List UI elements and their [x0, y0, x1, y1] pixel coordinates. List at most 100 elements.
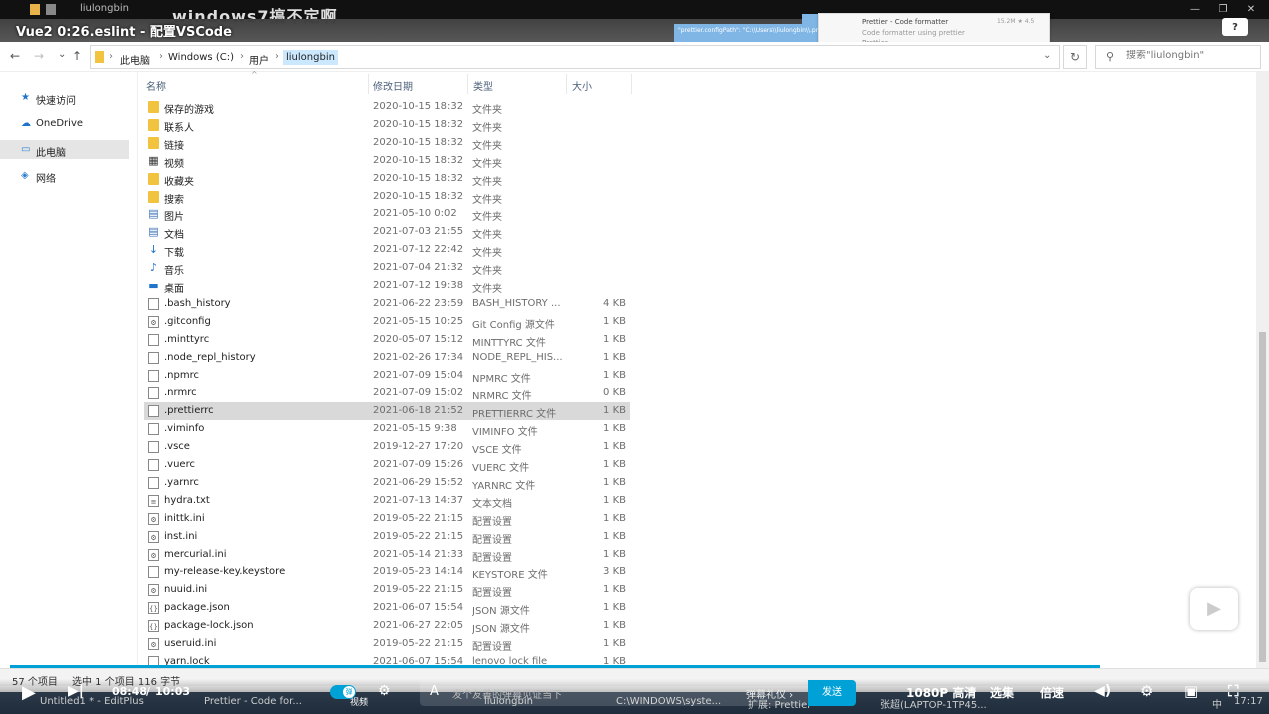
close-button[interactable]: ✕ [1236, 0, 1266, 19]
file-date: 2020-10-15 18:32 [373, 190, 464, 202]
file-row[interactable]: ⚙ .gitconfig 2021-05-15 10:25 Git Config 源文… [144, 313, 630, 331]
file-row[interactable]: ▤ 图片 2021-05-10 0:02 文件夹 [144, 205, 630, 224]
folder-icon [30, 4, 40, 15]
file-date: 2019-12-27 17:20 [373, 441, 464, 453]
sidebar-item-onedrive[interactable]: ☁ OneDrive [0, 114, 129, 133]
sidebar-item-quick-access[interactable]: ★ 快速访问 [0, 88, 129, 107]
progress-fill [10, 665, 1100, 668]
address-bar[interactable]: › 此电脑 › Windows (C:) › 用户 › liulongbin ⌄ [90, 45, 1060, 69]
file-row[interactable]: {} package.json 2021-06-07 15:54 JSON 源文件 1 … [144, 599, 630, 617]
maximize-button[interactable]: ❐ [1208, 0, 1238, 19]
file-row[interactable]: my-release-key.keystore 2019-05-23 14:14 K… [144, 563, 630, 581]
file-row[interactable]: .minttyrc 2020-05-07 15:12 MINTTYRC 文件 1 KB [144, 331, 630, 349]
settings-icon[interactable]: ⚙ [1140, 682, 1153, 700]
file-row[interactable]: .node_repl_history 2021-02-26 17:34 NODE_R… [144, 349, 630, 367]
text-style-icon[interactable]: A [430, 684, 439, 699]
video-progress-bar[interactable] [10, 665, 1254, 668]
file-type: YARNRC 文件 [472, 480, 536, 492]
column-header-type[interactable]: 类型 [473, 78, 493, 93]
file-row[interactable]: ≡ hydra.txt 2021-07-13 14:37 文本文档 1 KB [144, 492, 630, 510]
send-button[interactable]: 发送 [808, 680, 856, 706]
file-row[interactable]: ↓ 下载 2021-07-12 22:42 文件夹 [144, 241, 630, 260]
address-dropdown-icon[interactable]: ⌄ [1043, 50, 1051, 61]
next-icon[interactable]: ▶| [68, 683, 84, 699]
breadcrumb-current[interactable]: liulongbin [283, 50, 338, 65]
file-row[interactable]: ⚙ inittk.ini 2019-05-22 21:15 配置设置 1 KB [144, 510, 630, 528]
file-row[interactable]: .yarnrc 2021-06-29 15:52 YARNRC 文件 1 KB [144, 474, 630, 492]
danmaku-input[interactable]: A 发个友善的弹幕见证当下 弹幕礼仪 › [420, 680, 808, 706]
file-row[interactable]: ▤ 文档 2021-07-03 21:55 文件夹 [144, 223, 630, 242]
up-button[interactable]: ↑ [72, 49, 82, 63]
ime-indicator[interactable]: 中 [1212, 696, 1222, 711]
file-row[interactable]: .viminfo 2021-05-15 9:38 VIMINFO 文件 1 KB [144, 420, 630, 438]
folder-icon [148, 136, 159, 149]
file-row[interactable]: .prettierrc 2021-06-18 21:52 PRETTIERRC 文件… [144, 402, 630, 420]
minimize-button[interactable]: — [1180, 0, 1210, 19]
column-divider[interactable] [467, 74, 468, 94]
back-button[interactable]: ← [10, 49, 20, 63]
file-row[interactable]: .npmrc 2021-07-09 15:04 NPMRC 文件 1 KB [144, 367, 630, 385]
quality-selector[interactable]: 1080P 高清 [906, 684, 976, 701]
danmaku-etiquette-link[interactable]: 弹幕礼仪 › [746, 686, 793, 701]
file-row[interactable]: .nrmrc 2021-07-09 15:02 NRMRC 文件 0 KB [144, 384, 630, 402]
file-date: 2021-06-27 22:05 [373, 620, 464, 632]
picture-in-picture-icon[interactable]: ▣ [1184, 682, 1198, 700]
breadcrumb-this-pc[interactable]: 此电脑 [120, 52, 150, 67]
download-icon: ↓ [148, 243, 159, 257]
file-size: 1 KB [603, 315, 626, 327]
extension-meta: 15.2M ★ 4.5 [997, 18, 1035, 25]
file-row[interactable]: ⚙ inst.ini 2019-05-22 21:15 配置设置 1 KB [144, 528, 630, 546]
column-divider[interactable] [631, 74, 632, 94]
file-row[interactable]: {} package-lock.json 2021-06-27 22:05 JSON … [144, 617, 630, 635]
sidebar-item-this-pc[interactable]: ▭ 此电脑 [0, 140, 129, 159]
breadcrumb-c-drive[interactable]: Windows (C:) [168, 52, 234, 63]
search-field[interactable]: ⚲ [1095, 45, 1261, 69]
file-row[interactable]: .vuerc 2021-07-09 15:26 VUERC 文件 1 KB [144, 456, 630, 474]
file-row[interactable]: ⚙ mercurial.ini 2021-05-14 21:33 配置设置 1 KB [144, 546, 630, 564]
file-row[interactable]: ⚙ useruid.ini 2019-05-22 21:15 配置设置 1 KB [144, 635, 630, 653]
help-button[interactable]: ? [1222, 18, 1248, 36]
play-icon[interactable]: ▶ [22, 682, 36, 703]
forward-button[interactable]: → [34, 49, 44, 63]
file-row[interactable]: 搜索 2020-10-15 18:32 文件夹 [144, 188, 630, 206]
file-icon [148, 405, 159, 418]
file-row[interactable]: 联系人 2020-10-15 18:32 文件夹 [144, 116, 630, 134]
sidebar-item-network[interactable]: ◈ 网络 [0, 166, 129, 185]
taskbar-item-prettier[interactable]: Prettier - Code for... [204, 696, 302, 707]
fullscreen-icon[interactable]: ⛶ [1228, 682, 1239, 700]
volume-icon[interactable]: ◀) [1094, 683, 1111, 699]
column-header-size[interactable]: 大小 [572, 78, 592, 93]
file-row[interactable]: 链接 2020-10-15 18:32 文件夹 [144, 134, 630, 152]
episodes-button[interactable]: 选集 [990, 684, 1014, 701]
column-header-date[interactable]: 修改日期 [373, 78, 413, 93]
refresh-button[interactable]: ↻ [1063, 45, 1087, 69]
file-date: 2021-05-15 10:25 [373, 315, 464, 327]
column-divider[interactable] [368, 74, 369, 94]
file-date: 2020-10-15 18:32 [373, 118, 464, 130]
file-icon [148, 459, 159, 471]
file-row[interactable]: .vsce 2019-12-27 17:20 VSCE 文件 1 KB [144, 438, 630, 456]
file-row[interactable]: 收藏夹 2020-10-15 18:32 文件夹 [144, 170, 630, 188]
recent-locations-button[interactable]: ⌄ [58, 49, 66, 60]
search-input[interactable] [1126, 50, 1256, 61]
file-row[interactable]: ▦ 视频 2020-10-15 18:32 文件夹 [144, 152, 630, 170]
file-size: 1 KB [603, 530, 626, 542]
file-type: 文件夹 [472, 140, 502, 152]
danmaku-settings-icon[interactable]: ⚙ [378, 683, 391, 699]
file-row[interactable]: .bash_history 2021-06-22 23:59 BASH_HISTOR… [144, 295, 630, 313]
breadcrumb-users[interactable]: 用户 [249, 52, 269, 67]
file-row[interactable]: ⚙ nuuid.ini 2019-05-22 21:15 配置设置 1 KB [144, 581, 630, 599]
file-size: 1 KB [603, 476, 626, 488]
vertical-scrollbar[interactable] [1256, 72, 1269, 668]
desktop-icon: ▬ [148, 279, 159, 292]
file-row[interactable]: ♪ 音乐 2021-07-04 21:32 文件夹 [144, 259, 630, 278]
speed-button[interactable]: 倍速 [1040, 684, 1064, 701]
video-icon: ▦ [148, 153, 159, 167]
file-row[interactable]: ▬ 桌面 2021-07-12 19:38 文件夹 [144, 277, 630, 296]
tv-mascot-icon[interactable]: ▶ [1190, 588, 1238, 630]
file-name: 链接 [164, 140, 184, 152]
file-row[interactable]: 保存的游戏 2020-10-15 18:32 文件夹 [144, 98, 630, 116]
scrollbar-thumb[interactable] [1259, 332, 1266, 662]
column-divider[interactable] [566, 74, 567, 94]
column-header-name[interactable]: 名称 [146, 78, 166, 93]
